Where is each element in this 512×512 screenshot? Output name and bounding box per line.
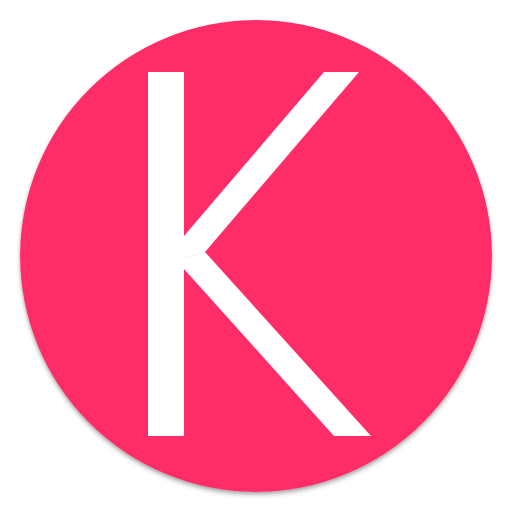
- k-stem: [148, 72, 184, 436]
- app-icon[interactable]: K: [20, 20, 492, 492]
- icon-background: [20, 20, 492, 492]
- k-logo-icon: [20, 20, 492, 492]
- icon-canvas: K: [0, 0, 512, 512]
